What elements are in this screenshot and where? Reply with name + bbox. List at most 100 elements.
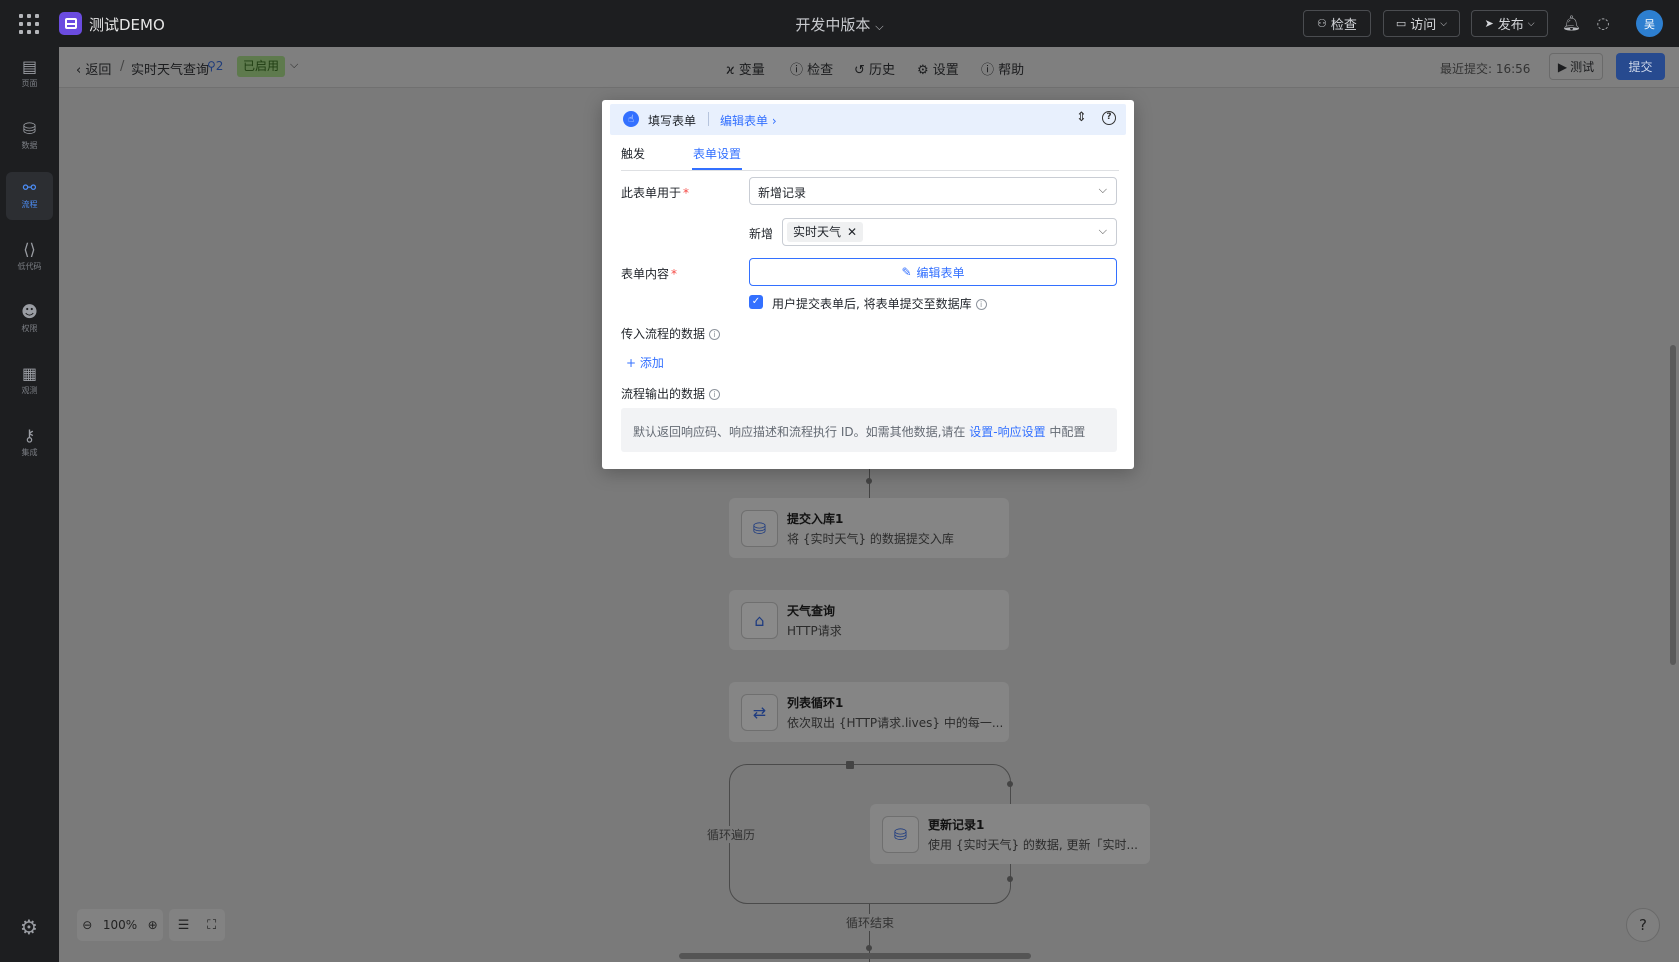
database-icon: ⛁ (741, 510, 778, 547)
add-target-select[interactable]: 实时天气 ✕ ⌵ (782, 218, 1117, 246)
pencil-icon: ✎ (901, 265, 912, 279)
chevron-left-icon: ‹ (76, 63, 82, 78)
active-tab-indicator (692, 168, 742, 170)
submit-to-db-checkbox[interactable]: ✓ (749, 295, 763, 309)
database-icon: ⛁ (22, 119, 37, 138)
inspect-icon: ⚇ (1317, 17, 1327, 30)
version-label[interactable]: 开发中版本 (795, 16, 870, 34)
flow-node-submit[interactable]: ⛁ 提交入库1 将 {实时天气} 的数据提交入库 (729, 498, 1009, 558)
apps-grid-icon[interactable] (19, 14, 39, 34)
connector-dot (1007, 781, 1013, 787)
auto-layout-icon[interactable]: ☰ (178, 918, 190, 933)
submit-button[interactable]: 提交 (1616, 53, 1665, 80)
monitor-icon: ▭ (1395, 17, 1407, 30)
panel-tabs: 触发 表单设置 (621, 140, 1119, 171)
loop-end-label: 循环结束 (844, 914, 897, 931)
sidebar-item-data[interactable]: ⛁ 数据 (6, 113, 53, 161)
flow-toolbar: ‹ 返回 / 实时天气查询 ⚲2 已启用 ⌵ ϰ 变量 ⓘ 检查 ↺ 历史 ⚙ … (59, 47, 1679, 88)
last-submit-time: 最近提交: 16:56 (1440, 62, 1531, 76)
publish-button[interactable]: ➤ 发布 ⌵ (1471, 10, 1548, 37)
help-icon[interactable]: ? (1102, 111, 1116, 125)
avatar[interactable]: 吴 (1636, 10, 1663, 37)
panel-title: 填写表单 (648, 114, 697, 128)
chevron-right-icon: › (771, 114, 777, 128)
tab-trigger[interactable]: 触发 (621, 145, 645, 162)
pages-icon: ▤ (21, 57, 38, 76)
sidebar-item-integration[interactable]: ⚷ 集成 (6, 420, 53, 468)
form-content-label: 表单内容 * (621, 267, 678, 281)
info-icon[interactable]: i (975, 299, 987, 310)
fit-view-icon[interactable]: ⛶ (207, 918, 216, 933)
output-data-label: 流程输出的数据 i (621, 385, 721, 402)
chevron-down-icon: ⌵ (1098, 183, 1107, 196)
users-icon: ☻ (21, 302, 38, 321)
close-icon[interactable]: ✕ (847, 222, 857, 242)
vertical-scrollbar[interactable] (1670, 345, 1676, 665)
loop-icon: ⇄ (741, 694, 778, 731)
sidebar-item-observe[interactable]: ▦ 观测 (6, 358, 53, 406)
monitor-icon: ▦ (21, 364, 38, 383)
table-tag: 实时天气 ✕ (787, 222, 864, 242)
form-usage-select[interactable]: 新增记录 ⌵ (749, 177, 1117, 205)
app-name: 测试DEMO (89, 16, 165, 34)
zoom-control: ⊖ 100% ⊕ (77, 909, 163, 941)
gear-icon[interactable]: ⚙ (18, 916, 40, 938)
gear-icon: ⚙ (917, 63, 929, 78)
visit-button[interactable]: ▭ 访问 ⌵ (1383, 10, 1460, 37)
flow-node-loop[interactable]: ⇄ 列表循环1 依次取出 {HTTP请求.lives} 中的每一... (729, 682, 1009, 742)
tab-form-settings[interactable]: 表单设置 (693, 145, 741, 162)
sidebar-item-pages[interactable]: ▤ 页面 (6, 51, 53, 99)
edit-form-button[interactable]: ✎ 编辑表单 (749, 258, 1117, 286)
add-input-button[interactable]: + 添加 (626, 354, 664, 371)
history-button[interactable]: ↺ 历史 (854, 59, 895, 78)
database-update-icon: ⛁ (882, 816, 919, 853)
bell-icon[interactable]: 🔔︎ (1562, 14, 1581, 32)
chevron-down-icon[interactable]: ⌵ (875, 20, 883, 33)
flow-node-http[interactable]: ⌂ 天气查询 HTTP请求 (729, 590, 1009, 650)
status-badge: 已启用 (237, 56, 286, 77)
sidebar-item-permissions[interactable]: ☻ 权限 (6, 296, 53, 344)
sidebar-item-lowcode[interactable]: ⟨⟩ 低代码 (6, 234, 53, 282)
back-button[interactable]: ‹ 返回 (76, 59, 111, 78)
chevron-down-icon: ⌵ (1098, 224, 1107, 237)
chevron-down-icon: ⌵ (1527, 18, 1535, 29)
collapse-icon[interactable]: ⇕ (1076, 110, 1087, 125)
inspect-tool-button[interactable]: ⓘ 检查 (790, 59, 833, 78)
top-bar: 测试DEMO 开发中版本 ⌵ ⚇ 检查 ▭ 访问 ⌵ ➤ 发布 ⌵ 🔔︎ ◌ 吴 (0, 0, 1679, 47)
key-icon: ⚷ (23, 426, 36, 445)
help-button[interactable]: ⓘ 帮助 (981, 59, 1024, 78)
info-icon[interactable]: i (709, 389, 721, 400)
left-nav: ▤ 页面 ⛁ 数据 ⚯ 流程 ⟨⟩ 低代码 ☻ 权限 ▦ 观测 ⚷ 集成 (0, 47, 59, 962)
play-icon: ▶ (1557, 59, 1568, 74)
inspect-button[interactable]: ⚇ 检查 (1303, 10, 1371, 37)
loop-traverse-label: 循环遍历 (705, 826, 758, 843)
submit-to-db-label: 用户提交表单后, 将表单提交至数据库 i (772, 295, 987, 312)
chevron-down-icon[interactable]: ⌵ (290, 58, 298, 72)
test-button[interactable]: ▶ 测试 (1549, 53, 1603, 80)
zoom-in-icon[interactable]: ⊕ (148, 918, 158, 932)
response-settings-link[interactable]: 设置-响应设置 (969, 425, 1045, 439)
sidebar-item-flow[interactable]: ⚯ 流程 (6, 172, 53, 220)
connector-dot (1007, 876, 1013, 882)
form-node-panel: ☝ 填写表单 编辑表单 › ⇕ ? 触发 表单设置 此表单用于 * 新增记录 ⌵ … (602, 100, 1134, 469)
divider (708, 112, 709, 126)
horizontal-scrollbar[interactable] (679, 953, 1031, 959)
variables-button[interactable]: ϰ 变量 (726, 59, 765, 78)
zoom-out-icon[interactable]: ⊖ (82, 918, 92, 932)
edit-form-link[interactable]: 编辑表单 › (720, 112, 777, 129)
flow-version[interactable]: ⚲2 (207, 59, 223, 73)
form-usage-label: 此表单用于 * (621, 186, 690, 200)
http-icon: ⌂ (741, 602, 778, 639)
panel-header: ☝ 填写表单 编辑表单 › ⇕ ? (610, 104, 1126, 135)
link-icon: ⚲ (207, 59, 216, 73)
loop-arrow-icon (846, 761, 854, 769)
help-icon[interactable]: ? (1626, 908, 1660, 942)
breadcrumb-separator: / (120, 59, 125, 74)
info-icon[interactable]: i (709, 329, 721, 340)
lightbulb-icon[interactable]: ◌ (1594, 14, 1612, 32)
flow-node-update[interactable]: ⛁ 更新记录1 使用 {实时天气} 的数据, 更新「实时... (870, 804, 1150, 864)
settings-button[interactable]: ⚙ 设置 (917, 59, 959, 78)
connector-dot (866, 945, 872, 951)
add-target-label: 新增 (749, 227, 774, 241)
layout-controls: ☰ ⛶ (169, 909, 225, 941)
